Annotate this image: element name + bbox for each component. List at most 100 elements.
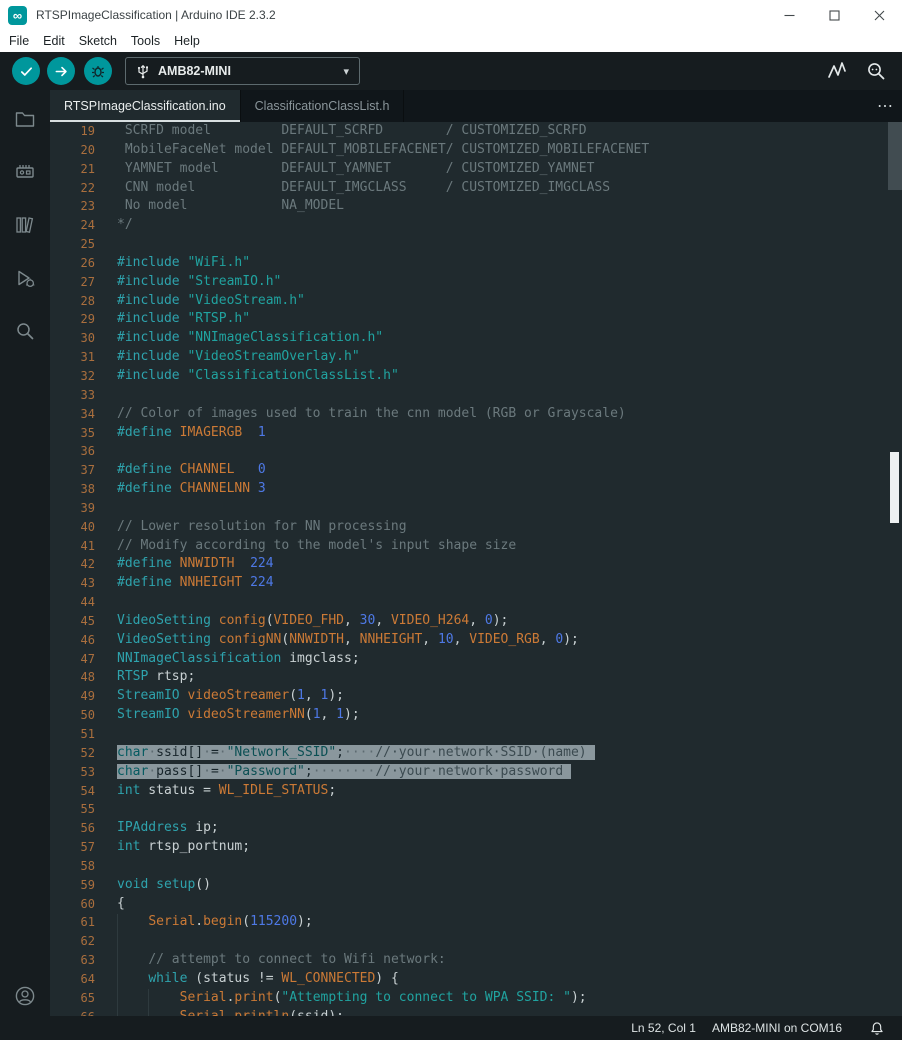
code-line[interactable]: 35#define IMAGERGB 1: [50, 424, 902, 443]
code-line[interactable]: 36: [50, 442, 902, 461]
line-content: #include "NNImageClassification.h": [95, 329, 902, 348]
sidebar-item-search[interactable]: [12, 318, 38, 344]
verify-check-icon: [19, 64, 34, 79]
code-line[interactable]: 63 // attempt to connect to Wifi network…: [50, 951, 902, 970]
sidebar-item-library-manager[interactable]: [12, 212, 38, 238]
line-content: SCRFD model DEFAULT_SCRFD / CUSTOMIZED_S…: [95, 122, 902, 141]
sidebar-item-boards-manager[interactable]: [12, 159, 38, 185]
line-content: // attempt to connect to Wifi network:: [95, 951, 902, 970]
code-line[interactable]: 25: [50, 235, 902, 254]
menu-tools[interactable]: Tools: [124, 30, 167, 52]
code-line[interactable]: 41// Modify according to the model's inp…: [50, 537, 902, 556]
board-selector-label: AMB82-MINI: [158, 64, 231, 78]
code-line[interactable]: 57int rtsp_portnum;: [50, 838, 902, 857]
serial-plotter-button[interactable]: [826, 59, 850, 83]
tab-rtspimageclassification-ino[interactable]: RTSPImageClassification.ino: [50, 90, 241, 122]
code-line[interactable]: 61 Serial.begin(115200);: [50, 913, 902, 932]
menu-file[interactable]: File: [2, 30, 36, 52]
code-line[interactable]: 65 Serial.print("Attempting to connect t…: [50, 989, 902, 1008]
code-line[interactable]: 59void setup(): [50, 876, 902, 895]
code-line[interactable]: 42#define NNWIDTH 224: [50, 555, 902, 574]
code-line[interactable]: 51: [50, 725, 902, 744]
close-button[interactable]: [857, 0, 902, 30]
code-line[interactable]: 55: [50, 800, 902, 819]
serial-monitor-button[interactable]: [864, 59, 888, 83]
upload-button[interactable]: [47, 57, 75, 85]
code-line[interactable]: 33: [50, 386, 902, 405]
bell-icon: [870, 1021, 884, 1036]
code-line[interactable]: 58: [50, 857, 902, 876]
line-content: [95, 499, 902, 518]
line-content: RTSP rtsp;: [95, 668, 902, 687]
code-line[interactable]: 39: [50, 499, 902, 518]
line-number: 49: [50, 687, 95, 706]
sidebar-item-account[interactable]: [0, 984, 50, 1008]
code-line[interactable]: 29#include "RTSP.h": [50, 310, 902, 329]
line-content: YAMNET model DEFAULT_YAMNET / CUSTOMIZED…: [95, 160, 902, 179]
code-line[interactable]: 23 No model NA_MODEL: [50, 197, 902, 216]
code-line[interactable]: 40// Lower resolution for NN processing: [50, 518, 902, 537]
code-line[interactable]: 28#include "VideoStream.h": [50, 292, 902, 311]
code-line[interactable]: 32#include "ClassificationClassList.h": [50, 367, 902, 386]
line-content: #include "WiFi.h": [95, 254, 902, 273]
scrollbar-thumb[interactable]: [888, 122, 902, 190]
line-number: 66: [50, 1008, 95, 1016]
editor-scrollbar[interactable]: [888, 122, 902, 1016]
line-number: 37: [50, 461, 95, 480]
sidebar-item-debug[interactable]: [12, 265, 38, 291]
tabbar-more-button[interactable]: ⋯: [877, 90, 893, 122]
code-line[interactable]: 52char·ssid[]·=·"Network_SSID";····//·yo…: [50, 744, 902, 763]
code-line[interactable]: 62: [50, 932, 902, 951]
code-line[interactable]: 66 Serial.println(ssid);: [50, 1008, 902, 1016]
verify-button[interactable]: [12, 57, 40, 85]
minimize-button[interactable]: [767, 0, 812, 30]
code-line[interactable]: 38#define CHANNELNN 3: [50, 480, 902, 499]
tab-classificationclasslist-h[interactable]: ClassificationClassList.h: [241, 90, 405, 122]
code-line[interactable]: 37#define CHANNEL 0: [50, 461, 902, 480]
code-editor[interactable]: 19 SCRFD model DEFAULT_SCRFD / CUSTOMIZE…: [50, 122, 902, 1016]
line-content: // Lower resolution for NN processing: [95, 518, 902, 537]
code-line[interactable]: 54int status = WL_IDLE_STATUS;: [50, 782, 902, 801]
code-line[interactable]: 22 CNN model DEFAULT_IMGCLASS / CUSTOMIZ…: [50, 179, 902, 198]
code-line[interactable]: 34// Color of images used to train the c…: [50, 405, 902, 424]
code-line[interactable]: 56IPAddress ip;: [50, 819, 902, 838]
board-port-status[interactable]: AMB82-MINI on COM16: [712, 1021, 842, 1035]
code-line[interactable]: 48RTSP rtsp;: [50, 668, 902, 687]
line-content: [95, 725, 902, 744]
menu-edit[interactable]: Edit: [36, 30, 72, 52]
code-line[interactable]: 45VideoSetting config(VIDEO_FHD, 30, VID…: [50, 612, 902, 631]
code-line[interactable]: 20 MobileFaceNet model DEFAULT_MOBILEFAC…: [50, 141, 902, 160]
code-line[interactable]: 44: [50, 593, 902, 612]
code-line[interactable]: 43#define NNHEIGHT 224: [50, 574, 902, 593]
window-controls: [767, 0, 902, 30]
line-content: */: [95, 216, 902, 235]
notifications-button[interactable]: [870, 1021, 884, 1036]
code-line[interactable]: 26#include "WiFi.h": [50, 254, 902, 273]
scrollbar-selection-marker: [890, 452, 899, 523]
menubar: File Edit Sketch Tools Help: [0, 30, 902, 52]
debug-button[interactable]: [84, 57, 112, 85]
cursor-position[interactable]: Ln 52, Col 1: [631, 1021, 696, 1035]
code-line[interactable]: 21 YAMNET model DEFAULT_YAMNET / CUSTOMI…: [50, 160, 902, 179]
sidebar-item-sketchbook[interactable]: [12, 106, 38, 132]
code-line[interactable]: 47NNImageClassification imgclass;: [50, 650, 902, 669]
code-line[interactable]: 30#include "NNImageClassification.h": [50, 329, 902, 348]
code-line[interactable]: 31#include "VideoStreamOverlay.h": [50, 348, 902, 367]
code-line[interactable]: 27#include "StreamIO.h": [50, 273, 902, 292]
code-line[interactable]: 64 while (status != WL_CONNECTED) {: [50, 970, 902, 989]
line-content: MobileFaceNet model DEFAULT_MOBILEFACENE…: [95, 141, 902, 160]
code-line[interactable]: 19 SCRFD model DEFAULT_SCRFD / CUSTOMIZE…: [50, 122, 902, 141]
boards-manager-icon: [14, 161, 36, 183]
menu-help[interactable]: Help: [167, 30, 207, 52]
code-line[interactable]: 50StreamIO videoStreamerNN(1, 1);: [50, 706, 902, 725]
code-line[interactable]: 49StreamIO videoStreamer(1, 1);: [50, 687, 902, 706]
menu-sketch[interactable]: Sketch: [72, 30, 124, 52]
line-number: 53: [50, 763, 95, 782]
code-line[interactable]: 46VideoSetting configNN(NNWIDTH, NNHEIGH…: [50, 631, 902, 650]
code-line[interactable]: 60{: [50, 895, 902, 914]
line-content: #define CHANNELNN 3: [95, 480, 902, 499]
maximize-button[interactable]: [812, 0, 857, 30]
code-line[interactable]: 53char·pass[]·=·"Password";········//·yo…: [50, 763, 902, 782]
code-line[interactable]: 24*/: [50, 216, 902, 235]
board-selector[interactable]: AMB82-MINI ▾: [125, 57, 360, 85]
